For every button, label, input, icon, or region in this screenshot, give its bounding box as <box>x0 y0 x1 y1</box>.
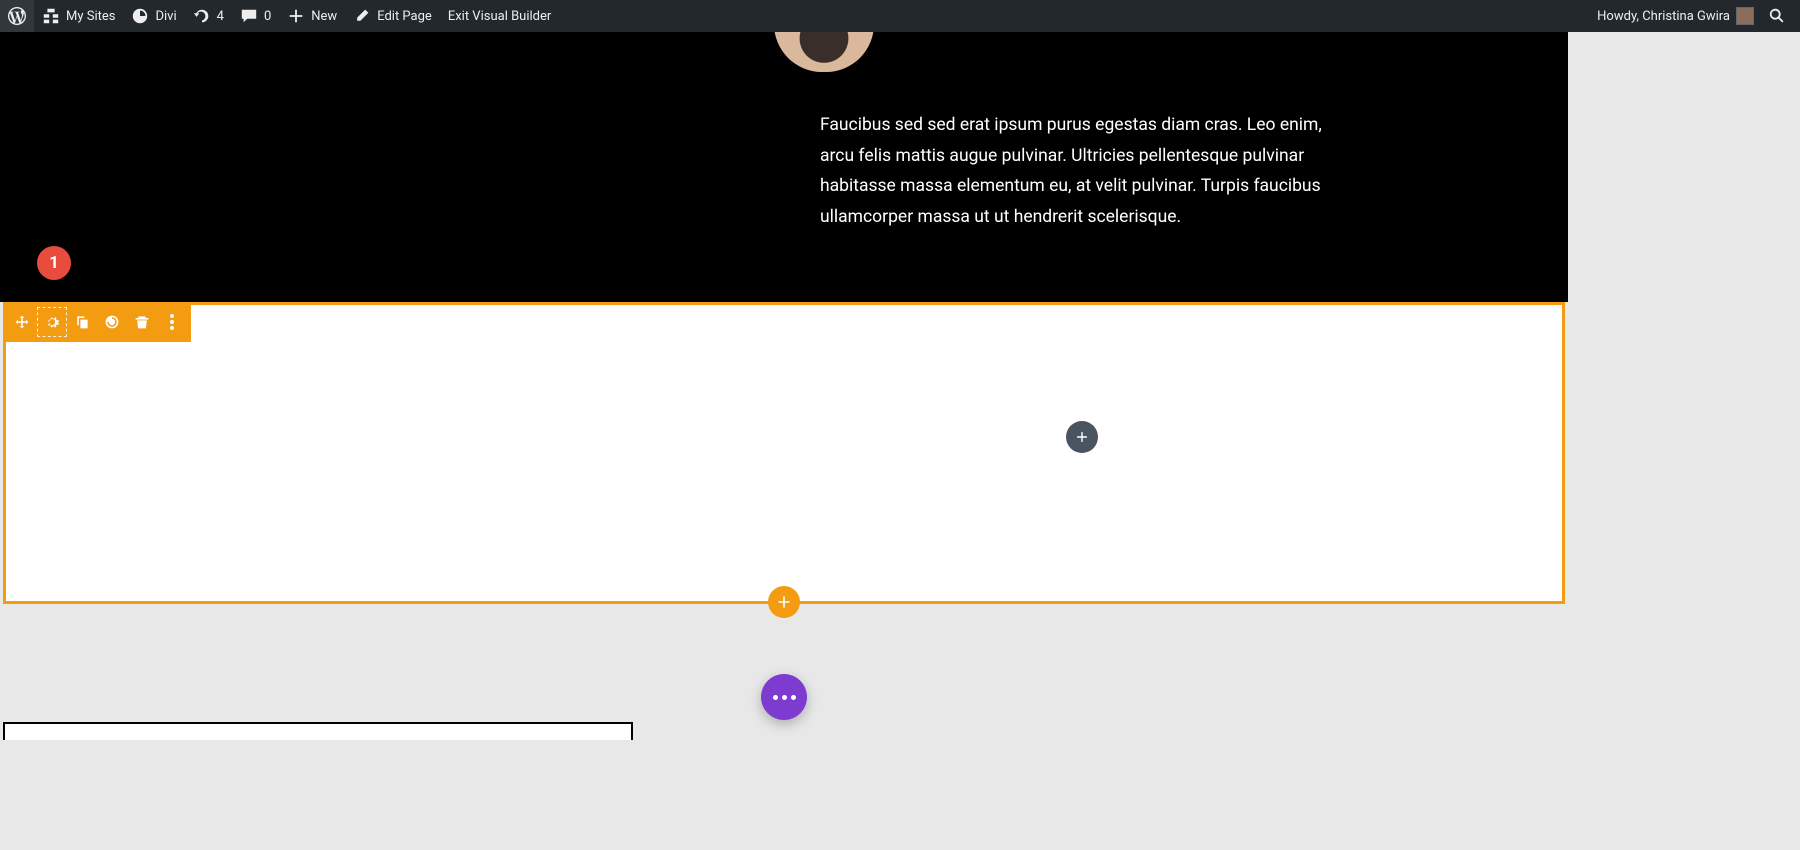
wordpress-icon <box>8 7 26 25</box>
new-label: New <box>311 9 337 24</box>
hero-section: Faucibus sed sed erat ipsum purus egesta… <box>0 32 1568 302</box>
site-name-label: Divi <box>155 9 176 24</box>
edit-page-link[interactable]: Edit Page <box>345 0 440 32</box>
howdy-account[interactable]: Howdy, Christina Gwira <box>1589 0 1762 32</box>
hero-body-text: Faucibus sed sed erat ipsum purus egesta… <box>820 110 1340 233</box>
partial-bordered-module <box>3 722 633 740</box>
ellipsis-icon <box>773 695 796 700</box>
exit-vb-label: Exit Visual Builder <box>448 9 551 24</box>
dashboard-icon <box>131 7 149 25</box>
delete-row-button[interactable] <box>131 311 153 333</box>
comments-icon <box>240 7 258 25</box>
add-module-button[interactable] <box>1066 421 1098 453</box>
admin-search[interactable] <box>1762 7 1792 25</box>
admin-bar-left: My Sites Divi 4 0 New <box>0 0 559 32</box>
my-sites-label: My Sites <box>66 9 115 24</box>
move-row-button[interactable] <box>11 311 33 333</box>
annotation-badge-1-label: 1 <box>49 253 59 273</box>
howdy-label: Howdy, Christina Gwira <box>1597 9 1730 24</box>
avatar <box>1736 7 1754 25</box>
search-icon <box>1768 7 1786 25</box>
multisite-icon <box>42 7 60 25</box>
add-row-button[interactable] <box>768 586 800 618</box>
exit-visual-builder-link[interactable]: Exit Visual Builder <box>440 0 559 32</box>
wp-logo[interactable] <box>0 0 34 32</box>
duplicate-row-button[interactable] <box>71 311 93 333</box>
save-row-button[interactable] <box>101 311 123 333</box>
divi-row[interactable] <box>3 302 1565 604</box>
pencil-icon <box>353 7 371 25</box>
new-content-link[interactable]: New <box>279 0 345 32</box>
comments-link[interactable]: 0 <box>232 0 279 32</box>
divi-page-settings-fab[interactable] <box>761 674 807 720</box>
annotation-badge-1: 1 <box>37 246 71 280</box>
comments-count: 0 <box>264 9 271 24</box>
site-name-link[interactable]: Divi <box>123 0 184 32</box>
row-more-button[interactable] <box>161 311 183 333</box>
edit-page-label: Edit Page <box>377 9 432 24</box>
wp-admin-bar: My Sites Divi 4 0 New <box>0 0 1800 32</box>
my-sites-link[interactable]: My Sites <box>34 0 123 32</box>
updates-count: 4 <box>217 9 224 24</box>
plus-icon <box>287 7 305 25</box>
row-settings-button[interactable] <box>41 311 63 333</box>
admin-bar-right: Howdy, Christina Gwira <box>1589 0 1800 32</box>
updates-link[interactable]: 4 <box>185 0 232 32</box>
updates-icon <box>193 7 211 25</box>
row-toolbar <box>3 302 191 342</box>
